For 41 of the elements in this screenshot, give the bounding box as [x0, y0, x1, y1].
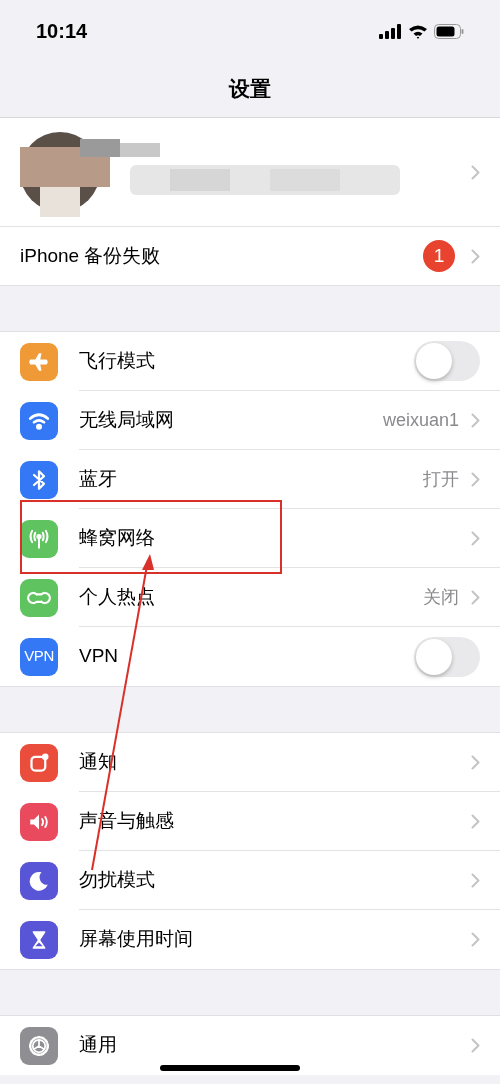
setting-label[interactable]: 无线局域网 [79, 405, 371, 435]
setting-label[interactable]: 屏幕使用时间 [79, 925, 459, 954]
chevron-icon [471, 754, 480, 770]
setting-value: 关闭 [423, 585, 459, 609]
chevron-icon [471, 589, 480, 605]
vpn-icon: VPN [20, 637, 58, 676]
settings-icon [20, 1026, 58, 1065]
chevron-icon [471, 1038, 480, 1053]
chevron-icon [471, 412, 480, 428]
setting-label[interactable]: 蓝牙 [79, 464, 411, 494]
chevron-icon [471, 530, 480, 546]
chevron-icon [471, 813, 480, 829]
setting-value: weixuan1 [382, 408, 459, 432]
status-time: 10:14 [36, 19, 88, 44]
chevron-icon [471, 932, 480, 947]
airplane-icon [20, 342, 58, 381]
setting-label[interactable]: VPN [79, 642, 402, 671]
bluetooth-icon [20, 460, 58, 499]
wifi-icon [408, 23, 428, 39]
chevron-icon [471, 248, 480, 264]
toggle-switch[interactable] [414, 341, 480, 381]
setting-value: 打开 [423, 467, 459, 491]
chevron-icon [471, 872, 480, 888]
signal-icon [379, 23, 402, 39]
setting-label[interactable]: 飞行模式 [79, 346, 402, 376]
notification-icon [20, 743, 58, 782]
hourglass-icon [20, 920, 58, 959]
page-title: 设置 [229, 75, 271, 102]
speaker-icon [20, 802, 58, 841]
setting-label[interactable]: 勿扰模式 [79, 865, 459, 895]
antenna-icon [20, 519, 58, 558]
link-icon [20, 578, 58, 617]
backup-label[interactable]: iPhone 备份失败 [20, 241, 407, 271]
notification-badge: 1 [423, 240, 455, 272]
chevron-icon [471, 471, 480, 487]
chevron-icon [471, 164, 480, 180]
toggle-switch[interactable] [414, 636, 480, 677]
wifi-icon [20, 401, 58, 440]
setting-label[interactable]: 蜂窝网络 [79, 523, 459, 553]
moon-icon [20, 861, 58, 900]
battery-icon [434, 23, 464, 39]
